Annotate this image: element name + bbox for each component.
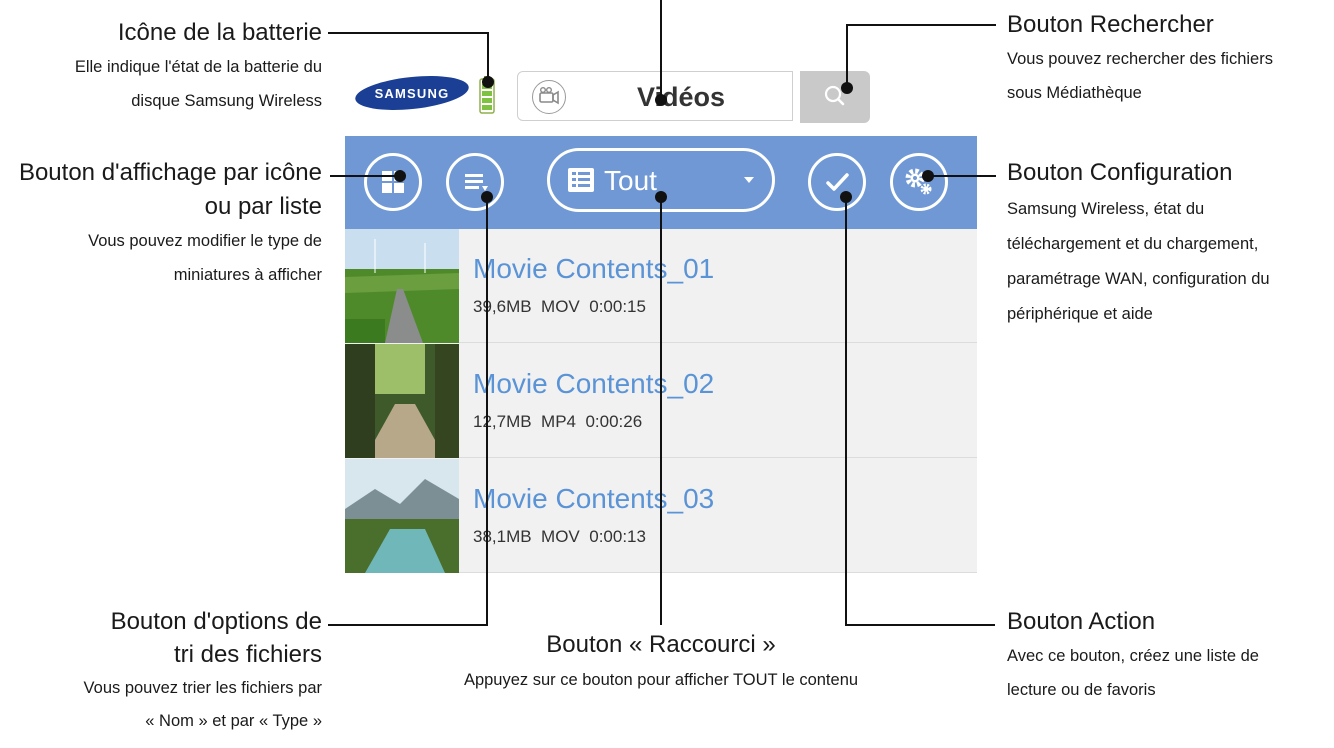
annotation-desc: « Nom » et par « Type » — [145, 712, 322, 730]
annotation-shortcut: Bouton « Raccourci » Appuyez sur ce bout… — [411, 630, 911, 695]
annotation-desc: lecture ou de favoris — [1007, 681, 1156, 699]
annotation-action: Bouton Action Avec ce bouton, créez une … — [1007, 607, 1259, 705]
leader-line — [487, 32, 489, 82]
annotation-title: Icône de la batterie — [117, 19, 322, 46]
annotation-search: Bouton Rechercher Vous pouvez rechercher… — [1007, 10, 1273, 108]
file-meta: 38,1MB MOV 0:00:13 — [473, 527, 646, 547]
annotation-desc: Vous pouvez modifier le type de — [88, 232, 322, 250]
annotation-desc: sous Médiathèque — [1007, 84, 1142, 102]
leader-dot — [655, 94, 667, 106]
file-format: MP4 — [541, 412, 577, 431]
action-button[interactable] — [808, 153, 866, 211]
leader-line — [660, 197, 662, 625]
caret-down-icon — [744, 177, 754, 183]
thumbnail-image — [345, 459, 459, 573]
leader-line — [328, 624, 488, 626]
annotation-desc: paramétrage WAN, configuration du — [1007, 270, 1270, 288]
leader-line — [845, 197, 847, 625]
file-name: Movie Contents_01 — [473, 253, 715, 284]
grid-icon — [382, 171, 404, 193]
thumbnail-image — [345, 229, 459, 343]
annotation-sort: Bouton d'options de tri des fichiers Vou… — [84, 607, 322, 736]
leader-line — [930, 175, 996, 177]
file-size: 39,6MB — [473, 297, 532, 316]
annotation-settings: Bouton Configuration Samsung Wireless, é… — [1007, 158, 1270, 329]
leader-dot — [394, 170, 406, 182]
file-meta: 39,6MB MOV 0:00:15 — [473, 297, 646, 317]
leader-dot — [482, 76, 494, 88]
annotation-desc: disque Samsung Wireless — [131, 92, 322, 110]
leader-line — [845, 624, 995, 626]
annotation-title: Bouton Action — [1007, 608, 1156, 635]
settings-button[interactable] — [890, 153, 948, 211]
leader-line — [330, 175, 400, 177]
leader-line — [846, 24, 848, 88]
samsung-logo: SAMSUNG — [355, 76, 469, 110]
leader-dot — [841, 82, 853, 94]
leader-dot — [922, 170, 934, 182]
annotation-desc: miniatures à afficher — [173, 266, 322, 284]
annotation-desc: Vous pouvez rechercher des fichiers — [1007, 50, 1273, 68]
file-duration: 0:00:26 — [585, 412, 643, 431]
annotation-desc: Vous pouvez trier les fichiers par — [83, 679, 322, 697]
search-icon — [824, 85, 845, 106]
checkmark-icon — [826, 173, 849, 191]
annotation-title: tri des fichiers — [173, 641, 322, 668]
file-meta: 12,7MB MP4 0:00:26 — [473, 412, 642, 432]
video-camera-icon[interactable] — [532, 80, 566, 114]
annotation-title: Bouton « Raccourci » — [546, 631, 776, 658]
sort-list-icon — [465, 174, 488, 191]
shortcut-label: Tout — [604, 165, 657, 196]
gear-icon — [905, 168, 932, 195]
list-icon — [568, 168, 594, 192]
annotation-desc: Samsung Wireless, état du — [1007, 200, 1205, 218]
file-size: 38,1MB — [473, 527, 532, 546]
annotation-desc: téléchargement et du chargement, — [1007, 235, 1259, 253]
file-duration: 0:00:13 — [589, 527, 646, 546]
annotation-title: Bouton Configuration — [1007, 159, 1233, 186]
leader-line — [328, 32, 488, 34]
search-button[interactable] — [800, 71, 870, 123]
leader-line — [660, 0, 662, 100]
file-duration: 0:00:15 — [589, 297, 646, 316]
thumbnail-image — [345, 344, 459, 458]
brand-text: SAMSUNG — [375, 86, 450, 101]
file-size: 12,7MB — [473, 412, 532, 431]
category-title: Vidéos — [636, 82, 726, 112]
annotation-battery: Icône de la batterie Elle indique l'état… — [75, 18, 322, 116]
file-format: MOV — [541, 297, 580, 316]
file-name: Movie Contents_02 — [473, 368, 715, 399]
annotation-title: Bouton Rechercher — [1007, 11, 1214, 38]
sort-options-button[interactable] — [446, 153, 504, 211]
annotation-desc: Appuyez sur ce bouton pour afficher TOUT… — [463, 671, 859, 689]
view-toggle-button[interactable] — [364, 153, 422, 211]
annotation-view: Bouton d'affichage par icône ou par list… — [19, 158, 322, 290]
leader-line — [486, 197, 488, 625]
annotation-title: Bouton d'affichage par icône — [18, 159, 322, 186]
annotation-desc: Avec ce bouton, créez une liste de — [1007, 647, 1259, 665]
annotation-desc: périphérique et aide — [1007, 305, 1153, 323]
file-format: MOV — [541, 527, 580, 546]
annotation-desc: Elle indique l'état de la batterie du — [74, 58, 322, 76]
annotation-title: Bouton d'options de — [110, 608, 322, 635]
leader-line — [846, 24, 996, 26]
annotation-title: ou par liste — [204, 193, 322, 220]
file-name: Movie Contents_03 — [473, 483, 715, 514]
